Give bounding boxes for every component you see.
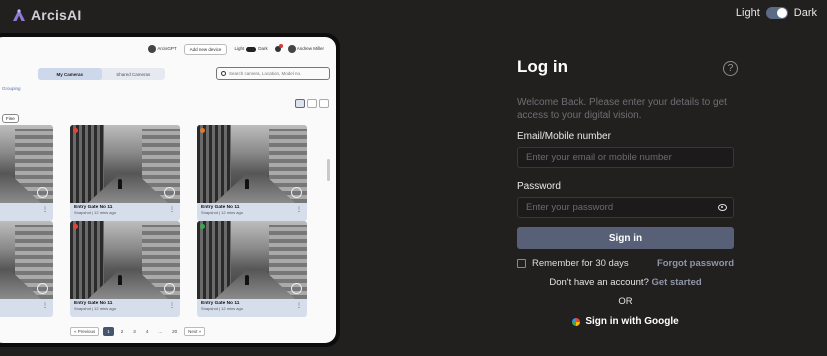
top-bar: ArcisAI Light Dark: [0, 0, 827, 30]
play-icon: [291, 283, 302, 294]
sign-in-button[interactable]: Sign in: [517, 227, 734, 249]
camera-card: Entry Gate No 11 Snapshot | 12 mins ago …: [197, 221, 307, 317]
preview-light-label: Light: [234, 46, 245, 52]
more-icon: ⋮: [296, 207, 302, 213]
preview-view-switcher: [295, 99, 329, 108]
brand-name: ArcisAI: [31, 7, 82, 23]
play-icon: [37, 187, 48, 198]
camera-meta: Snapshot | 12 mins ago: [201, 306, 243, 311]
arcisgpt-icon: [148, 45, 157, 53]
theme-toggle[interactable]: Light Dark: [736, 7, 817, 19]
remember-checkbox[interactable]: Remember for 30 days: [517, 258, 629, 269]
preview-dark-label: Dark: [258, 46, 268, 52]
login-title: Log in: [517, 57, 568, 76]
google-icon: [572, 317, 581, 326]
preview-search-placeholder: Search camera, Location, Model no.: [229, 71, 302, 76]
password-label: Password: [517, 181, 561, 192]
preview-camera-tabs: My Cameras Shared Cameras: [38, 68, 165, 80]
no-account-text: Don't have an account?: [549, 277, 649, 288]
map-view-icon: [319, 99, 329, 108]
camera-card: Entry Gate No 11 Snapshot | 12 mins ago …: [70, 221, 180, 317]
camera-card: ⋮: [0, 125, 53, 221]
preview-filter-chip: Fine: [2, 114, 19, 123]
camera-card: Entry Gate No 11 Snapshot | 12 mins ago …: [70, 125, 180, 221]
preview-scrollbar: [327, 159, 330, 181]
status-dot: [73, 128, 78, 133]
arcis-logo-icon: [13, 9, 25, 21]
email-label: Email/Mobile number: [517, 131, 611, 142]
app-preview-screen: ArcisGPT Add new device Light Dark Andrew…: [0, 37, 336, 343]
brand-logo: ArcisAI: [12, 7, 81, 23]
preview-search: Search camera, Location, Model no.: [216, 67, 330, 80]
camera-meta: Snapshot | 12 mins ago: [201, 210, 243, 215]
list-view-icon: [307, 99, 317, 108]
status-dot: [200, 224, 205, 229]
camera-card: Entry Gate No 11 Snapshot | 12 mins ago …: [197, 125, 307, 221]
theme-switch[interactable]: [765, 7, 788, 19]
pager-previous: « Previous: [70, 327, 100, 336]
theme-light-label: Light: [735, 7, 760, 19]
pager-page: 3: [133, 329, 136, 334]
preview-tab-shared-cameras: Shared Cameras: [116, 71, 151, 77]
play-icon: [164, 187, 175, 198]
preview-add-device-button: Add new device: [183, 43, 228, 55]
login-panel: Log in ? Welcome Back. Please enter your…: [517, 57, 738, 327]
play-icon: [37, 283, 48, 294]
preview-grouping-label: Grouping: [2, 86, 21, 91]
status-dot: [200, 128, 205, 133]
pager-page: 4: [145, 329, 149, 334]
remember-label: Remember for 30 days: [532, 258, 629, 269]
preview-pagination: « Previous 1 2 3 4 ... 20 Next »: [70, 327, 206, 336]
signup-prompt: Don't have an account? Get started: [517, 277, 734, 288]
pager-ellipsis: ...: [158, 329, 163, 334]
more-icon: ⋮: [169, 303, 175, 309]
pager-page: 2: [120, 329, 124, 334]
email-placeholder: Enter your email or mobile number: [526, 152, 672, 163]
more-icon: ⋮: [296, 303, 302, 309]
show-password-eye-icon[interactable]: [718, 204, 727, 211]
google-sign-in-button[interactable]: Sign in with Google: [517, 316, 734, 327]
app-preview-device: ArcisGPT Add new device Light Dark Andrew…: [0, 33, 340, 347]
camera-card: ⋮: [0, 221, 53, 317]
preview-header: ArcisGPT Add new device Light Dark Andrew…: [0, 37, 336, 61]
play-icon: [164, 283, 175, 294]
google-sign-in-label: Sign in with Google: [585, 316, 679, 327]
play-icon: [291, 187, 302, 198]
pager-next: Next »: [184, 327, 206, 336]
search-icon: [221, 71, 226, 76]
more-icon: ⋮: [169, 207, 175, 213]
pager-page: 20: [172, 329, 178, 334]
password-placeholder: Enter your password: [526, 202, 614, 213]
notification-bell-icon: [274, 44, 283, 52]
preview-user-name: Andrew Miller: [296, 46, 324, 52]
preview-tab-my-cameras: My Cameras: [38, 68, 102, 80]
forgot-password-link[interactable]: Forgot password: [657, 258, 734, 269]
checkbox-icon[interactable]: [517, 259, 526, 268]
password-field[interactable]: Enter your password: [517, 197, 734, 218]
or-divider: OR: [618, 296, 633, 307]
camera-meta: Snapshot | 12 mins ago: [74, 306, 116, 311]
user-icon: [287, 45, 296, 53]
email-field[interactable]: Enter your email or mobile number: [517, 147, 734, 168]
more-icon: ⋮: [42, 207, 48, 213]
get-started-link[interactable]: Get started: [652, 277, 702, 288]
remember-row: Remember for 30 days Forgot password: [517, 258, 734, 269]
help-icon[interactable]: ?: [723, 61, 738, 76]
camera-meta: Snapshot | 12 mins ago: [74, 210, 116, 215]
grid-view-icon: [295, 99, 305, 108]
welcome-text: Welcome Back. Please enter your details …: [517, 97, 727, 121]
preview-gpt-label: ArcisGPT: [157, 46, 177, 52]
pager-page: 1: [103, 327, 114, 336]
theme-dark-label: Dark: [793, 7, 817, 19]
more-icon: ⋮: [42, 303, 48, 309]
status-dot: [73, 224, 78, 229]
